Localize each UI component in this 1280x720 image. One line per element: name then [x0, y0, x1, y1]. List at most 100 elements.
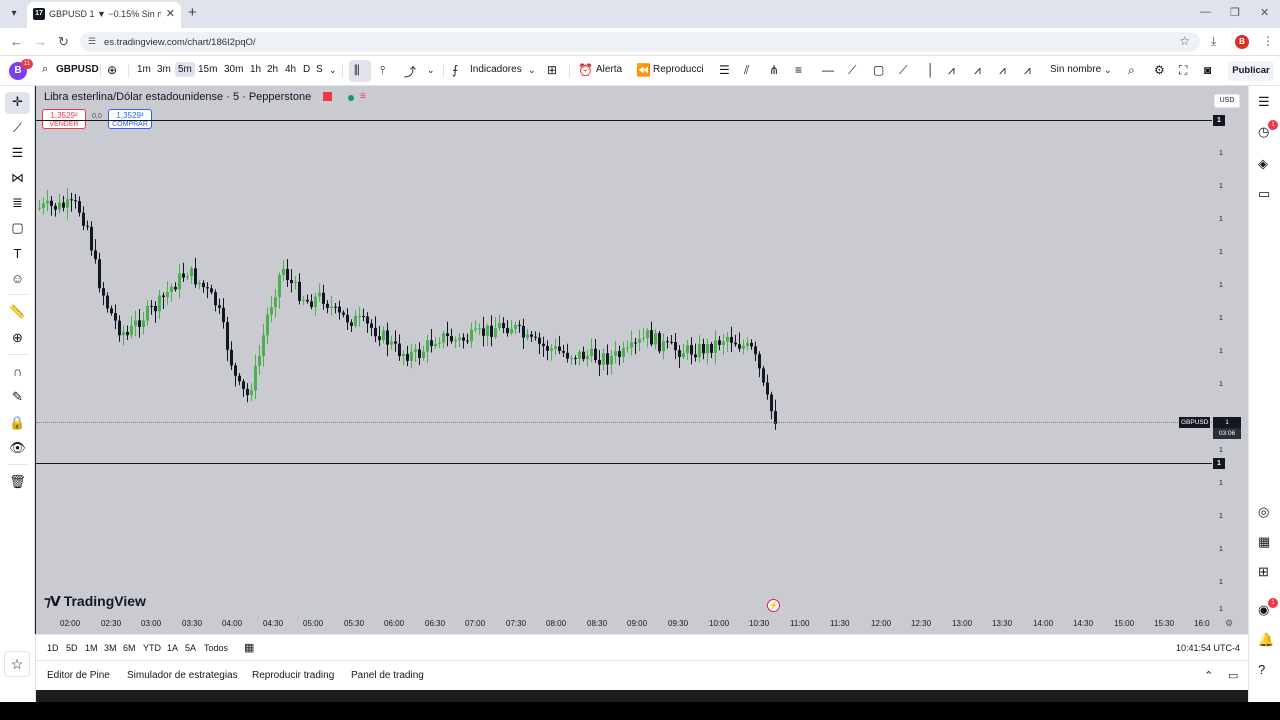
fib-retracement-icon[interactable]: ≡: [795, 63, 802, 77]
pitchfork-icon[interactable]: ⋔: [769, 63, 779, 77]
publish-button[interactable]: Publicar: [1228, 61, 1274, 81]
tab-trading-replay[interactable]: Reproducir trading: [252, 670, 334, 681]
range-ytd[interactable]: YTD: [143, 643, 161, 653]
forward-icon[interactable]: →: [34, 34, 47, 49]
xabcd-pattern-icon[interactable]: ⩘: [999, 63, 1006, 78]
timeframe-4h[interactable]: 4h: [285, 64, 296, 75]
range-3m[interactable]: 3M: [104, 643, 117, 653]
fullscreen-icon[interactable]: ⛶: [1179, 63, 1187, 78]
compare-symbol-icon[interactable]: ⊕: [107, 63, 117, 77]
timeframe-15m[interactable]: 15m: [198, 64, 217, 75]
minimize-icon[interactable]: —: [1200, 6, 1211, 18]
chart-type-dropdown-icon[interactable]: ⌄: [427, 65, 435, 76]
elliott-wave-icon[interactable]: ⩘: [948, 63, 955, 78]
indicators-icon[interactable]: ⨍: [452, 63, 458, 77]
vertical-line-icon[interactable]: │: [927, 63, 935, 77]
restore-icon[interactable]: ❐: [1230, 6, 1240, 19]
timeframe-dropdown-icon[interactable]: ⌄: [329, 65, 337, 76]
range-5d[interactable]: 5D: [66, 643, 78, 653]
crosshair-icon[interactable]: ✛: [8, 94, 27, 110]
tradingview-logo[interactable]: ⁊𝗩 TradingView: [44, 593, 146, 610]
time-axis-settings-icon[interactable]: ⚙: [1225, 618, 1233, 629]
horizontal-lines-icon[interactable]: ☰: [719, 63, 730, 77]
symbol-search-icon[interactable]: ⌕: [42, 63, 48, 76]
range-1d[interactable]: 1D: [47, 643, 59, 653]
range-all[interactable]: Todos: [204, 643, 228, 653]
trash-icon[interactable]: 🗑: [8, 474, 27, 490]
fib-tool-icon[interactable]: ☰: [8, 145, 27, 161]
shape-tool-icon[interactable]: ▢: [8, 220, 27, 236]
calendar-icon[interactable]: ▦: [1258, 534, 1270, 550]
layers-icon[interactable]: ◈: [1258, 156, 1268, 172]
notifications-bell-icon[interactable]: 🔔: [1258, 632, 1274, 648]
indicators-button[interactable]: Indicadores: [470, 64, 522, 75]
symbol-legend-title[interactable]: Libra esterlina/Dólar estadounidense · 5…: [44, 91, 311, 103]
line-chart-type-icon[interactable]: ⤴: [404, 63, 416, 80]
wave-pattern-icon[interactable]: ⩘: [1024, 63, 1031, 78]
back-icon[interactable]: ←: [10, 34, 23, 49]
flash-events-icon[interactable]: ⚡: [767, 599, 780, 612]
emoji-icon[interactable]: ☺: [8, 271, 27, 286]
quick-search-icon[interactable]: ⌕: [1128, 63, 1135, 78]
timeframe-3m[interactable]: 3m: [157, 64, 171, 75]
site-info-icon[interactable]: ☰: [88, 36, 96, 47]
tab-close-icon[interactable]: ✕: [166, 7, 175, 20]
trend-line-tool-icon[interactable]: ⟋: [8, 120, 27, 136]
window-close-icon[interactable]: ✕: [1260, 6, 1269, 19]
tab-trading-panel[interactable]: Panel de trading: [351, 670, 424, 681]
favorites-star-icon[interactable]: ☆: [4, 651, 30, 677]
download-icon[interactable]: ⤓: [1211, 34, 1216, 49]
chevron-up-icon[interactable]: ⌃: [1204, 669, 1213, 682]
camera-icon[interactable]: ◙: [1204, 63, 1211, 77]
magnet-icon[interactable]: ∩: [8, 364, 27, 379]
timeframe-s[interactable]: S: [316, 64, 323, 75]
alert-button[interactable]: Alerta: [596, 64, 622, 75]
timeframe-2h[interactable]: 2h: [267, 64, 278, 75]
range-6m[interactable]: 6M: [123, 643, 136, 653]
brush-icon[interactable]: ⟋: [899, 63, 907, 78]
tab-pine-editor[interactable]: Editor de Pine: [47, 670, 110, 681]
timeframe-1m[interactable]: 1m: [137, 64, 151, 75]
timeframe-30m[interactable]: 30m: [224, 64, 243, 75]
sell-button[interactable]: 1,3529³ VENDER: [42, 109, 86, 129]
watchlist-icon[interactable]: ☰: [1258, 94, 1270, 110]
horizontal-line-top[interactable]: [36, 120, 1212, 121]
reload-icon[interactable]: ↻: [58, 34, 69, 50]
horizontal-line-bottom[interactable]: [36, 463, 1212, 464]
timeframe-5m[interactable]: 5m: [175, 62, 195, 77]
chat-icon[interactable]: ▭: [1258, 186, 1270, 202]
trend-line-icon[interactable]: ⟋: [848, 63, 856, 78]
browser-tab[interactable]: 17 GBPUSD 1 ▼ −0.15% Sin nomb ✕: [27, 2, 181, 28]
horizontal-line-icon[interactable]: —: [822, 63, 834, 77]
settings-gear-icon[interactable]: ⚙: [1154, 63, 1165, 77]
timeframe-1h[interactable]: 1h: [250, 64, 261, 75]
text-tool-icon[interactable]: T: [8, 246, 27, 261]
bars-chart-type-icon[interactable]: ⫯: [380, 63, 385, 78]
ruler-icon[interactable]: 📏: [8, 304, 27, 320]
browser-menu-icon[interactable]: ⋮: [1262, 34, 1274, 48]
parallel-channel-icon[interactable]: ⫽: [744, 63, 749, 78]
url-field[interactable]: ☰ es.tradingview.com/chart/186I2pqO/ ☆: [80, 32, 1200, 52]
maximize-panel-icon[interactable]: ▭: [1228, 669, 1238, 682]
profile-avatar[interactable]: B: [1235, 35, 1249, 49]
indicators-dropdown-icon[interactable]: ⌄: [528, 65, 536, 76]
abcd-pattern-icon[interactable]: ⩘: [974, 63, 981, 78]
rectangle-icon[interactable]: ▢: [873, 63, 884, 77]
chart-pane[interactable]: Libra esterlina/Dólar estadounidense · 5…: [36, 86, 1248, 634]
alarm-clock-icon[interactable]: ⏰: [578, 63, 593, 77]
help-icon[interactable]: ?: [1258, 662, 1265, 677]
buy-button[interactable]: 1,3529³ COMPRAR: [108, 109, 152, 129]
tab-strategy-tester[interactable]: Simulador de estrategias: [127, 670, 238, 681]
forecast-tool-icon[interactable]: ≣: [8, 195, 27, 211]
new-tab-icon[interactable]: +: [188, 4, 197, 21]
pattern-tool-icon[interactable]: ⋈: [8, 170, 27, 186]
target-icon[interactable]: ◎: [1258, 504, 1269, 520]
lock-icon[interactable]: 🔒: [8, 415, 27, 431]
clock-timezone[interactable]: 10:41:54 UTC-4: [1176, 643, 1240, 653]
timeframe-d[interactable]: D: [303, 64, 310, 75]
legend-menu-icon[interactable]: ≡: [360, 91, 366, 102]
templates-grid-icon[interactable]: ⊞: [547, 63, 557, 77]
range-1m[interactable]: 1M: [85, 643, 98, 653]
layout-dropdown-icon[interactable]: ⌄: [1104, 65, 1112, 76]
currency-selector[interactable]: USD: [1214, 94, 1240, 108]
